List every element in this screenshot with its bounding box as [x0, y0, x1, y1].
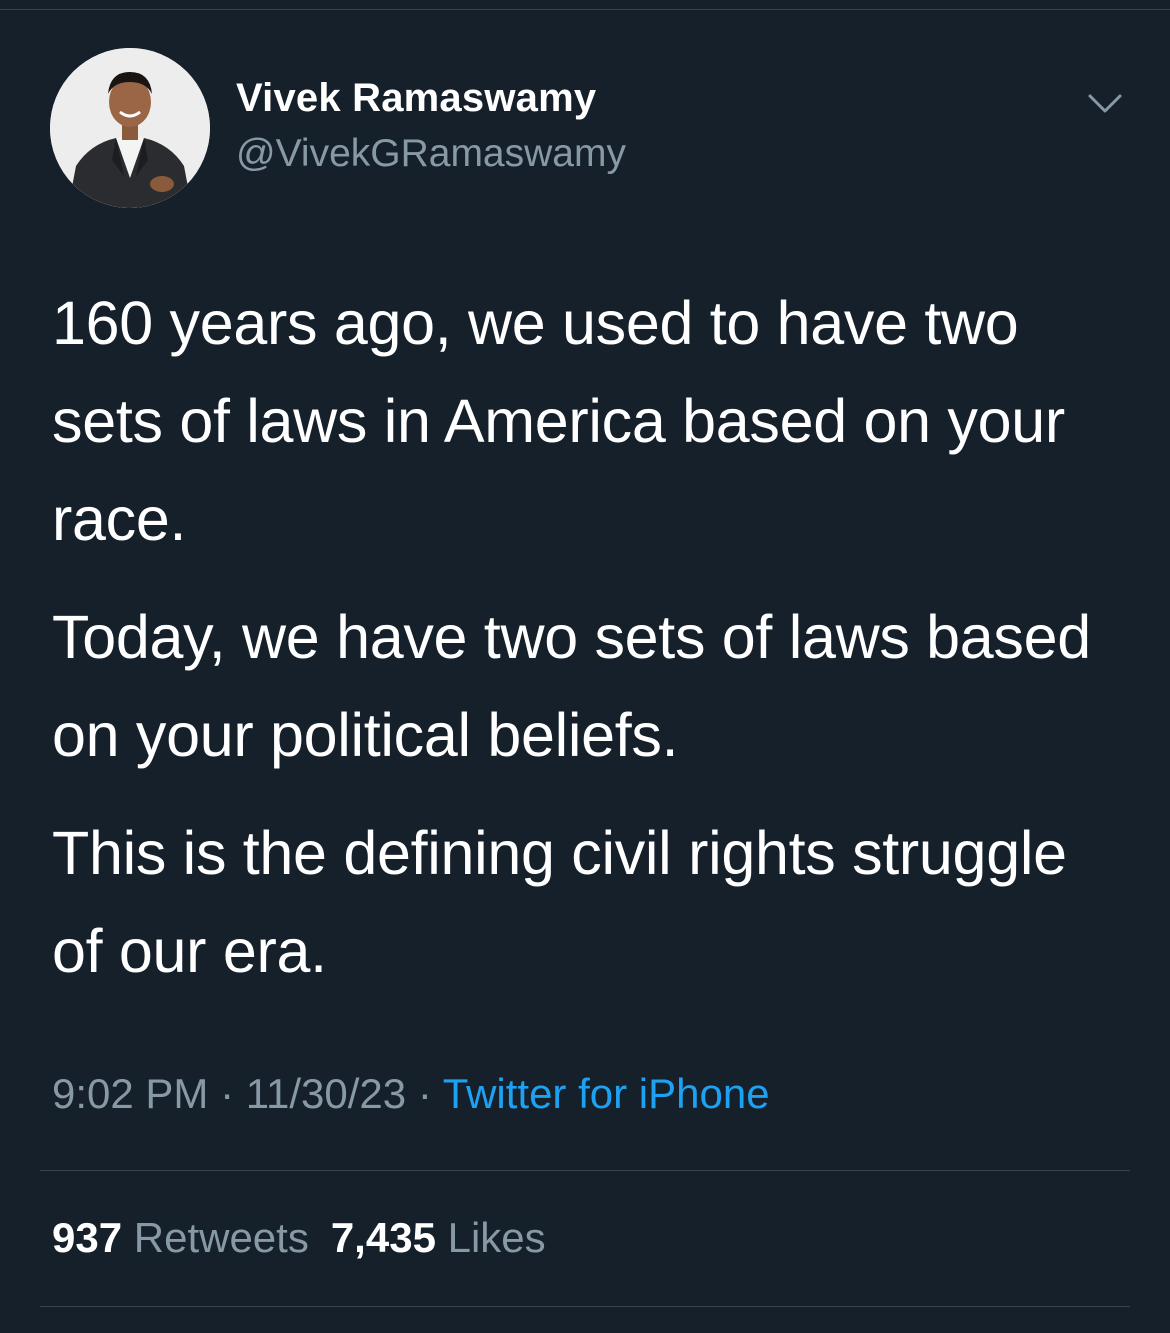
retweets-label: Retweets	[133, 1214, 309, 1261]
meta-separator: ·	[417, 1070, 432, 1117]
tweet-paragraph: Today, we have two sets of laws based on…	[52, 603, 1091, 769]
tweet-date[interactable]: 11/30/23	[246, 1070, 406, 1117]
top-divider	[0, 9, 1170, 10]
likes-label: Likes	[447, 1214, 546, 1261]
chevron-down-icon[interactable]	[1082, 88, 1128, 122]
likes-count: 7,435	[330, 1214, 436, 1261]
author-display-name[interactable]: Vivek Ramaswamy	[236, 74, 596, 122]
retweets-stat[interactable]: 937 Retweets	[52, 1214, 309, 1261]
meta-separator: ·	[220, 1070, 235, 1117]
tweet-text: 160 years ago, we used to have two sets …	[52, 274, 1132, 1020]
retweets-count: 937	[52, 1214, 123, 1261]
author-handle[interactable]: @VivekGRamaswamy	[236, 130, 626, 178]
tweet-metadata: 9:02 PM · 11/30/23 · Twitter for iPhone	[52, 1066, 770, 1122]
tweet-paragraph: This is the defining civil rights strugg…	[52, 819, 1067, 985]
stats-bottom-divider	[40, 1306, 1130, 1307]
tweet-time[interactable]: 9:02 PM	[52, 1070, 208, 1117]
tweet-stats: 937 Retweets 7,435 Likes	[52, 1210, 546, 1266]
tweet-source-link[interactable]: Twitter for iPhone	[443, 1070, 770, 1117]
avatar[interactable]	[50, 48, 210, 208]
tweet-paragraph: 160 years ago, we used to have two sets …	[52, 289, 1065, 553]
likes-stat[interactable]: 7,435 Likes	[331, 1214, 546, 1261]
stats-top-divider	[40, 1170, 1130, 1171]
avatar-photo	[50, 48, 210, 208]
